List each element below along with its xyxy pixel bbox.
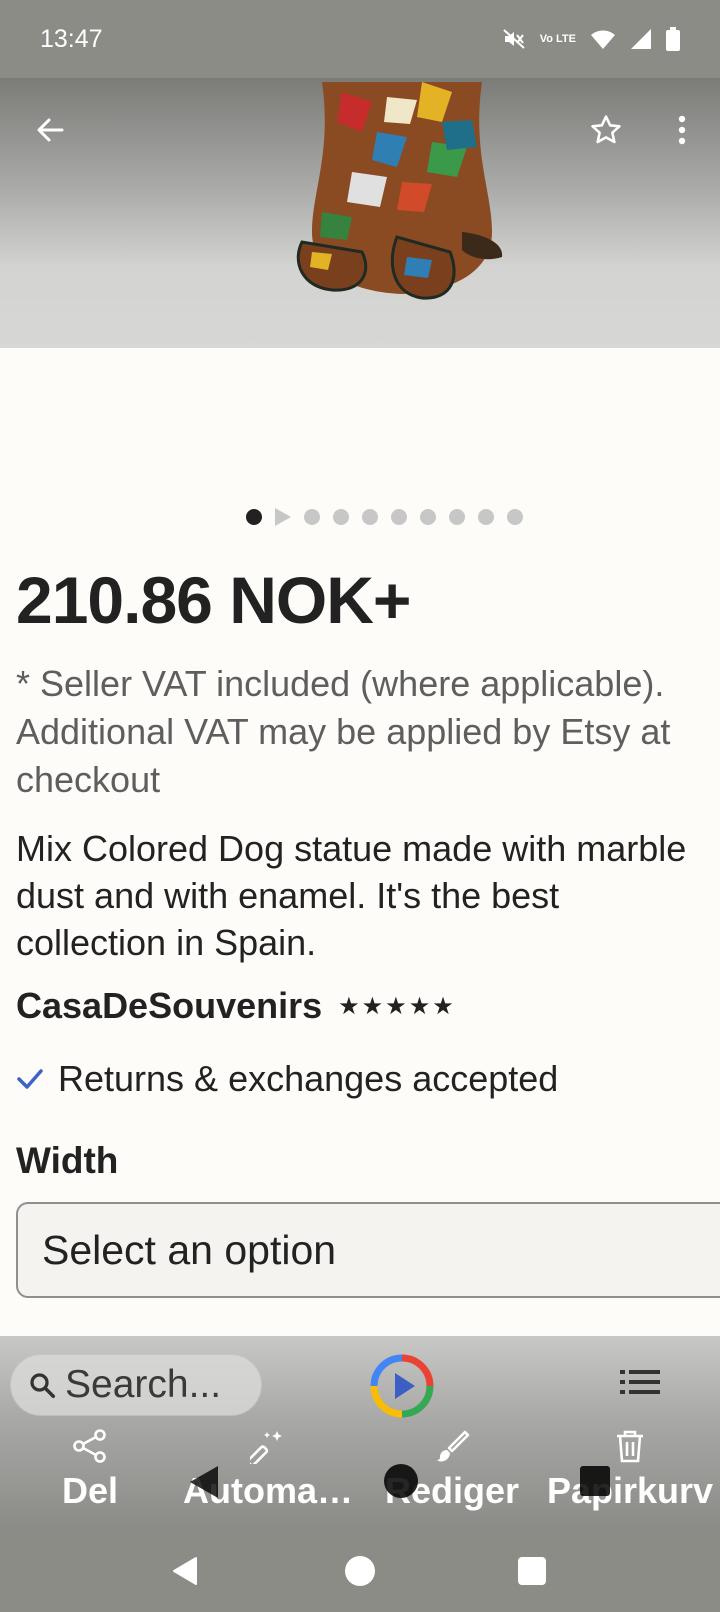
list-button[interactable] — [620, 1368, 660, 1401]
product-image[interactable] — [0, 78, 720, 348]
trash-label: Papirkurv — [546, 1470, 714, 1511]
search-field[interactable]: Search... — [10, 1354, 262, 1416]
carousel-dot[interactable] — [246, 509, 262, 525]
carousel-dot[interactable] — [391, 509, 407, 525]
status-time: 13:47 — [40, 24, 103, 53]
nav-home-icon[interactable] — [345, 1556, 375, 1586]
shop-row[interactable]: CasaDeSouvenirs ★★★★★ — [16, 985, 456, 1027]
nav-back-icon[interactable] — [172, 1556, 198, 1586]
screenshot-toolbar: Search... Del Automa… Rediger Papirkurv — [0, 1336, 720, 1528]
ghost-recents-icon — [580, 1466, 610, 1496]
carousel-dot[interactable] — [507, 509, 523, 525]
returns-text: Returns & exchanges accepted — [58, 1058, 559, 1099]
trash-icon — [617, 1430, 643, 1463]
battery-icon — [666, 27, 680, 51]
image-area — [0, 348, 720, 498]
mute-icon — [502, 27, 526, 51]
status-bar: 13:47 Vo LTE — [0, 0, 720, 78]
back-button[interactable] — [22, 102, 78, 158]
search-placeholder: Search... — [65, 1363, 222, 1406]
brush-icon — [437, 1430, 470, 1462]
search-icon — [30, 1373, 55, 1398]
vat-line: Additional VAT may be applied by Etsy at — [16, 711, 671, 752]
google-lens-button[interactable] — [370, 1354, 434, 1418]
favorite-button[interactable] — [578, 102, 634, 158]
video-play-icon[interactable] — [275, 508, 291, 526]
back-arrow-icon — [37, 118, 64, 142]
carousel-dot[interactable] — [420, 509, 436, 525]
more-vert-icon — [678, 115, 686, 145]
vat-notice: * Seller VAT included (where applicable)… — [16, 660, 720, 804]
system-navigation-bar — [0, 1528, 720, 1612]
star-outline-icon — [591, 115, 621, 144]
ghost-back-icon — [190, 1466, 218, 1498]
price: 210.86 NOK+ — [16, 563, 411, 637]
vat-line: checkout — [16, 759, 161, 800]
carousel-indicator[interactable] — [246, 508, 523, 526]
vat-line: * Seller VAT included (where applicable)… — [16, 663, 665, 704]
carousel-dot[interactable] — [304, 509, 320, 525]
carousel-dot[interactable] — [333, 509, 349, 525]
nav-recents-icon[interactable] — [518, 1557, 546, 1585]
rating-stars: ★★★★★ — [338, 992, 456, 1020]
google-play-icon — [370, 1354, 434, 1418]
width-select[interactable]: Select an option — [16, 1202, 720, 1298]
shop-name[interactable]: CasaDeSouvenirs — [16, 985, 322, 1027]
wifi-icon — [590, 28, 616, 50]
volte-icon: Vo LTE — [539, 32, 576, 45]
checkmark-icon — [17, 1069, 43, 1089]
trash-button[interactable]: Papirkurv — [540, 1428, 720, 1512]
more-options-button[interactable] — [654, 102, 710, 158]
signal-icon — [630, 28, 652, 50]
width-label: Width — [16, 1140, 119, 1181]
listing-description: Mix Colored Dog statue made with marble … — [16, 828, 687, 963]
ghost-home-icon — [384, 1464, 418, 1498]
list-icon — [620, 1370, 660, 1394]
dog-statue-image — [296, 82, 503, 300]
share-button[interactable]: Del — [0, 1428, 180, 1512]
magic-wand-icon — [250, 1431, 282, 1464]
status-icons: Vo LTE — [502, 27, 680, 51]
carousel-dot[interactable] — [362, 509, 378, 525]
share-icon — [73, 1429, 106, 1463]
carousel-dot[interactable] — [449, 509, 465, 525]
returns-policy: Returns & exchanges accepted — [16, 1058, 558, 1100]
share-label: Del — [61, 1470, 119, 1511]
carousel-dot[interactable] — [478, 509, 494, 525]
